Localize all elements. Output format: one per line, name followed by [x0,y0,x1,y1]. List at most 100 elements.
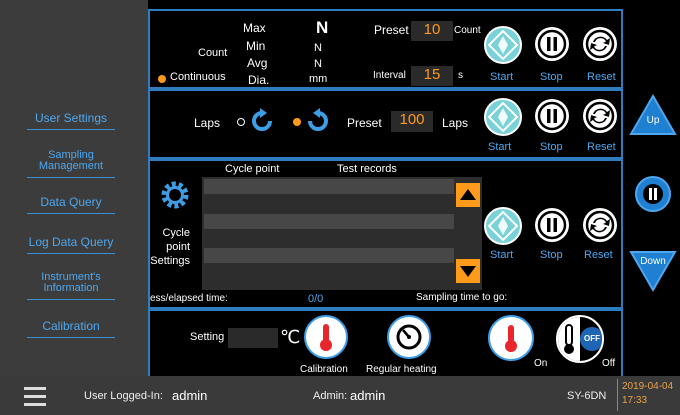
menu-icon[interactable] [24,384,46,408]
laps-reset-label: Reset [587,141,616,153]
start-icon [487,210,519,242]
scroll-up-button[interactable] [456,183,480,207]
regular-heating-button[interactable] [387,315,431,359]
triangle-down-icon [460,266,476,277]
pause-icon [537,29,567,59]
laps-preset-label: Preset [347,116,382,130]
pause-icon [643,184,663,204]
gear-icon[interactable] [161,181,189,209]
rotate-ccw-icon[interactable] [249,108,275,134]
sidebar-item-calibration[interactable]: Calibration [27,310,115,338]
cycle-reset-button[interactable] [583,208,617,242]
heater-off-toggle[interactable]: OFF [556,315,604,363]
col-cycle-point: Cycle point [225,163,280,175]
calibration-label: Calibration [300,364,348,375]
interval-unit: s [458,70,463,81]
scroll-down-button[interactable] [456,259,480,283]
pause-all-button[interactable] [635,176,671,212]
device-model: SY-6DN [567,390,607,402]
thermometer-icon [505,325,517,352]
sidebar-item-user-settings[interactable]: User Settings [27,104,115,130]
status-bar: User Logged-In: admin Admin: admin SY-6D… [0,376,680,415]
sidebar-item-data-query[interactable]: Data Query [27,186,115,214]
count-reset-label: Reset [587,71,616,83]
count-start-button[interactable] [484,26,522,64]
laps-preset-input[interactable]: 100 [391,111,433,132]
temperature-setting-input[interactable] [228,328,278,348]
date-display: 2019-04-04 [622,381,674,392]
time-to-go-label: Sampling time to go: [416,292,508,303]
start-icon [487,29,519,61]
progress-counter: 0/0 [308,293,324,305]
sidebar-item-sampling-management[interactable]: Sampling Management [27,144,115,178]
unit-dia: mm [309,73,328,85]
sidebar-item-log-data-query[interactable]: Log Data Query [27,226,115,254]
table-row[interactable] [204,214,454,229]
admin-value: admin [350,388,386,403]
continuous-radio[interactable] [158,75,166,83]
up-button[interactable]: Up [629,94,677,136]
preset-unit: Count [454,25,481,36]
ccw-radio[interactable] [237,118,245,126]
cycle-stop-label: Stop [540,249,563,261]
count-label: Count [198,47,228,59]
laps-start-button[interactable] [484,98,522,136]
user-logged-in-value: admin [172,388,208,403]
reset-icon [585,210,615,240]
right-controls: Up Down [623,0,680,376]
stat-dia-label: Dia. [248,73,270,87]
interval-input[interactable]: 15 [411,66,453,86]
count-reset-button[interactable] [583,27,617,61]
pause-icon [537,101,567,131]
cw-radio[interactable] [293,118,301,126]
down-button[interactable]: Down [629,250,677,292]
count-stop-label: Stop [540,71,563,83]
triangle-up-icon [460,189,476,200]
preset-label: Preset [374,23,409,37]
celsius-unit: ℃ [280,327,301,347]
laps-panel: Laps Preset 100 Laps Start Stop Reset [148,89,623,159]
cycle-start-button[interactable] [484,207,522,245]
cycle-stop-button[interactable] [535,208,569,242]
table-row[interactable] [204,179,454,194]
laps-start-label: Start [488,141,512,153]
count-panel: Count Continuous Max Min Avg Dia. N N N … [148,9,623,89]
records-table [202,177,482,290]
gauge-icon [396,324,422,350]
stat-min-label: Min [246,39,266,53]
pause-icon [537,210,567,240]
preset-count-input[interactable]: 10 [411,21,453,41]
interval-label: Interval [373,70,406,81]
reset-icon [585,101,615,131]
count-stop-button[interactable] [535,27,569,61]
regular-heating-label: Regular heating [366,364,437,375]
stat-max-label: Max [243,21,266,35]
on-label: On [534,358,548,369]
user-logged-in-label: User Logged-In: [84,390,163,402]
unit-avg: N [314,58,322,70]
reset-icon [585,29,615,59]
laps-preset-unit: Laps [442,116,469,130]
sidebar: User Settings Sampling Management Data Q… [0,0,148,376]
laps-label: Laps [194,116,221,130]
time-display: 17:33 [622,395,648,406]
cycle-panel: Cycle point Test records Cycle point Set… [148,159,623,309]
unit-header: N [316,18,329,37]
up-label: Up [646,115,660,126]
table-row[interactable] [204,248,454,263]
cycle-reset-label: Reset [584,249,613,261]
rotate-cw-icon[interactable] [305,108,331,134]
thermometer-icon [320,324,332,351]
off-badge: OFF [580,327,602,351]
off-label: Off [602,358,616,369]
setting-label: Setting [190,331,225,343]
sidebar-item-instruments-information[interactable]: Instrument's Information [27,266,115,300]
laps-stop-button[interactable] [535,99,569,133]
heater-on-button[interactable] [488,315,534,361]
admin-label: Admin: [313,390,348,402]
laps-reset-button[interactable] [583,99,617,133]
calibration-button[interactable] [304,315,348,359]
col-test-records: Test records [337,163,397,175]
cycle-point-settings-label[interactable]: Cycle point Settings [150,226,190,268]
stat-avg-label: Avg [247,56,268,70]
